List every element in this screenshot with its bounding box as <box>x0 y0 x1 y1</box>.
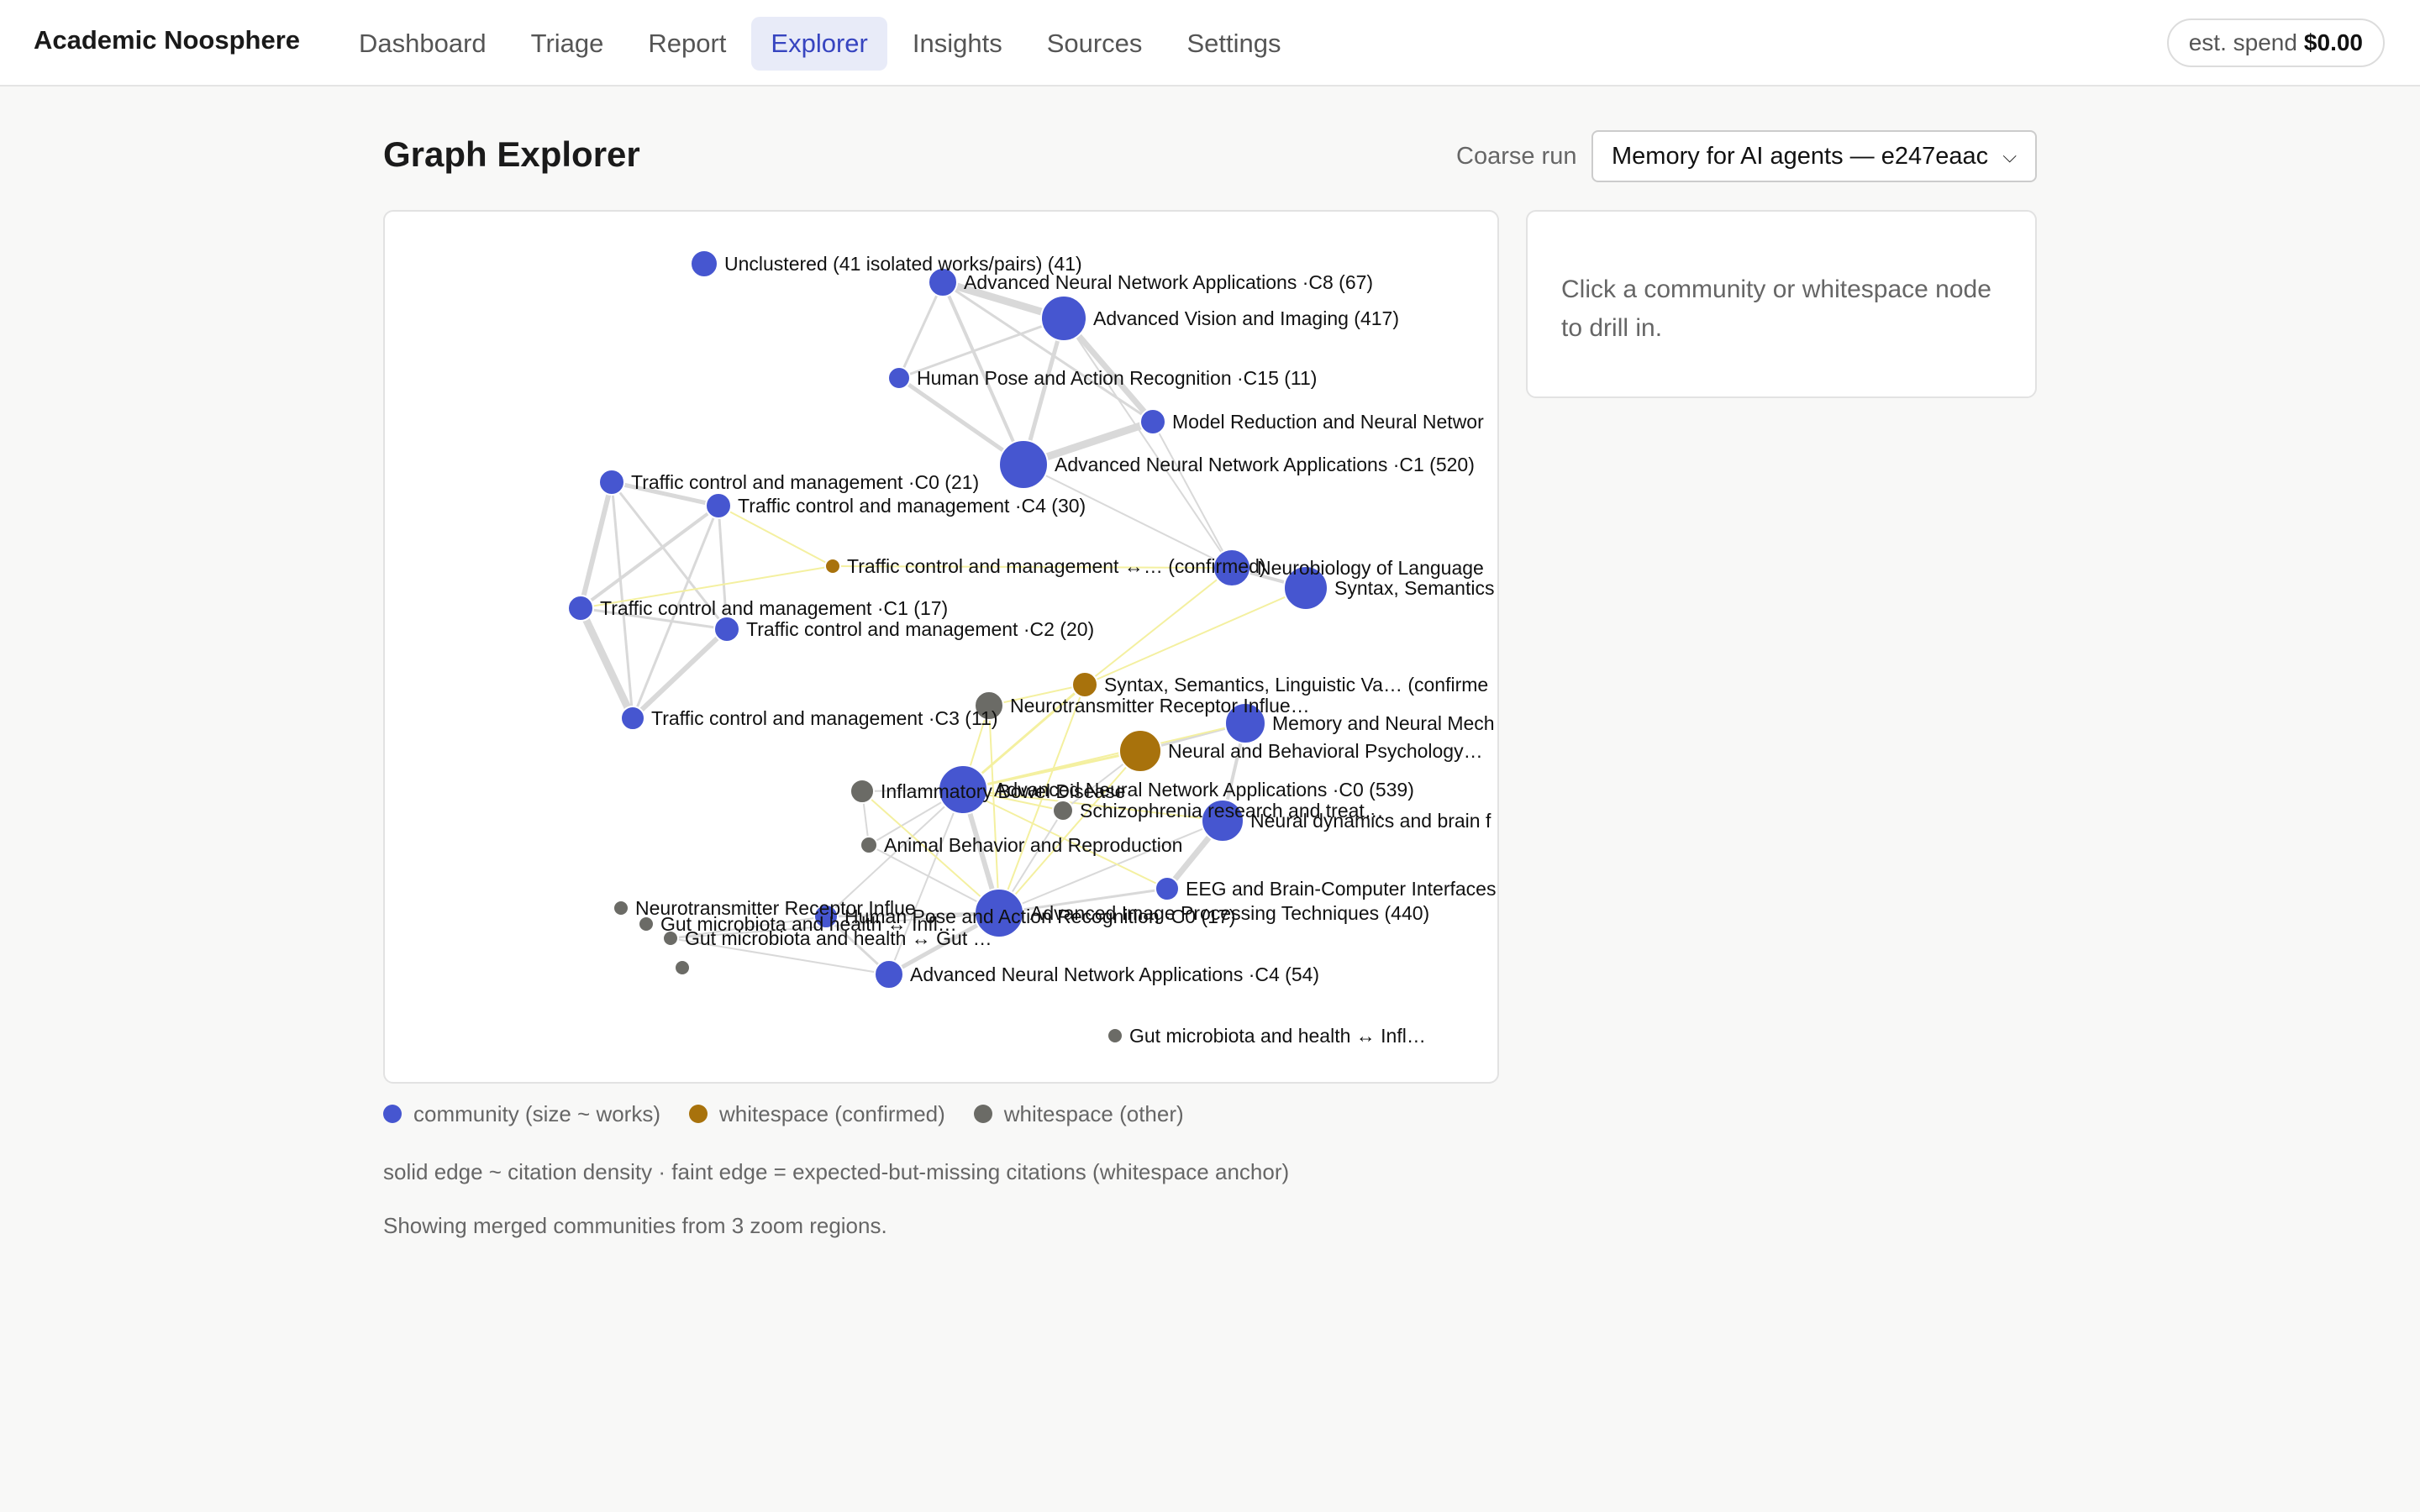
graph-node-label-aipt: Advanced Image Processing Techniques (44… <box>1030 902 1429 924</box>
drill-in-panel: Click a community or whitespace node to … <box>1526 210 2037 398</box>
graph-node-label-nol: Neurobiology of Language <box>1257 557 1484 579</box>
spend-label: est. spend <box>2188 29 2297 55</box>
graph-node-label-tcm-c0: Traffic control and management ·C0 (21) <box>631 471 979 493</box>
graph-node-label-mrnn: Model Reduction and Neural Networ <box>1172 411 1484 433</box>
spend-badge: est. spend $0.00 <box>2166 18 2385 67</box>
graph-edge <box>1084 567 1233 685</box>
graph-node-label-hpar-c15: Human Pose and Action Recognition ·C15 (… <box>917 367 1317 389</box>
graph-node-mrnn[interactable] <box>1139 408 1166 435</box>
graph-node-label-ws-gut2: Gut microbiota and health ↔ Gut … <box>685 927 992 949</box>
graph-node-ws-nbp[interactable] <box>1118 729 1162 773</box>
graph-node-tcm-c2[interactable] <box>713 616 740 643</box>
graph-node-ann-c1[interactable] <box>998 439 1049 490</box>
drill-in-hint: Click a community or whitespace node to … <box>1561 276 1991 342</box>
nav-report[interactable]: Report <box>629 17 745 71</box>
graph-node-ws-nri2[interactable] <box>613 900 629 916</box>
graph-node-tcm-c0[interactable] <box>598 469 625 496</box>
graph-node-label-tcm-c2: Traffic control and management ·C2 (20) <box>746 618 1094 640</box>
graph-node-label-ndbf: Neural dynamics and brain f <box>1250 810 1491 832</box>
top-nav-bar: Academic Noosphere Dashboard Triage Repo… <box>0 0 2420 87</box>
graph-node-label-tcm-c3: Traffic control and management ·C3 (11) <box>651 707 997 729</box>
graph-node-label-ann-c4: Advanced Neural Network Applications ·C4… <box>910 963 1319 985</box>
graph-node-label-avi: Advanced Vision and Imaging (417) <box>1093 307 1399 329</box>
graph-node-label-mnm: Memory and Neural Mech <box>1272 712 1495 734</box>
nav-insights[interactable]: Insights <box>893 17 1022 71</box>
merged-regions-note: Showing merged communities from 3 zoom r… <box>383 1213 887 1238</box>
graph-legend: community (size ~ works) whitespace (con… <box>383 1099 1213 1129</box>
nav-dashboard[interactable]: Dashboard <box>339 17 506 71</box>
graph-edge <box>630 627 729 721</box>
graph-canvas[interactable]: Unclustered (41 isolated works/pairs) (4… <box>383 210 1499 1084</box>
graph-node-avi[interactable] <box>1040 295 1087 342</box>
graph-node-ws-tcm[interactable] <box>824 558 841 575</box>
graph-node-label-ws-abr: Animal Behavior and Reproduction <box>884 834 1182 856</box>
brand-title[interactable]: Academic Noosphere <box>34 25 300 55</box>
graph-labels: Unclustered (41 isolated works/pairs) (4… <box>600 253 1496 1047</box>
chevron-down-icon: ⌵ <box>2002 145 2017 166</box>
graph-node-ws-ibd[interactable] <box>850 779 875 804</box>
graph-node-label-ann-c8: Advanced Neural Network Applications ·C8… <box>964 271 1373 293</box>
graph-node-label-ws-nri1: Neurotransmitter Receptor Influe… <box>1010 695 1310 717</box>
community-dot-icon <box>383 1105 402 1123</box>
edge-legend-note: solid edge ~ citation density · faint ed… <box>383 1159 1290 1184</box>
graph-edge <box>1084 587 1307 685</box>
nav-sources[interactable]: Sources <box>1028 17 1162 71</box>
graph-node-label-ws-gut3: Gut microbiota and health ↔ Infl… <box>1129 1025 1426 1047</box>
spend-value: $0.00 <box>2303 29 2363 55</box>
coarse-run-label: Coarse run <box>1456 143 1577 170</box>
legend-ws-other: whitespace (other) <box>973 1100 1184 1127</box>
graph-node-label-ws-ssl: Syntax, Semantics, Linguistic Va… (confi… <box>1104 674 1488 696</box>
graph-node-hpar-c15[interactable] <box>887 366 911 390</box>
main-nav: Dashboard Triage Report Explorer Insight… <box>339 17 1306 71</box>
graph-edge <box>1152 421 1233 569</box>
whitespace-other-dot-icon <box>973 1105 992 1123</box>
graph-node-label-tcm-c1: Traffic control and management ·C1 (17) <box>600 597 948 619</box>
graph-node-unc[interactable] <box>690 249 718 278</box>
graph-node-ws-gut3[interactable] <box>1107 1027 1123 1044</box>
legend-ws-confirmed: whitespace (confirmed) <box>689 1101 945 1127</box>
whitespace-confirmed-dot-icon <box>689 1105 708 1123</box>
legend-ws-other-label: whitespace (other) <box>1003 1100 1184 1126</box>
graph-node-ws-abr[interactable] <box>860 836 878 854</box>
graph-node-ws-ssl[interactable] <box>1071 671 1098 698</box>
graph-node-ws-unl[interactable] <box>674 959 691 976</box>
coarse-run-value: Memory for AI agents — e247eaac <box>1612 142 1989 170</box>
graph-node-label-eeg: EEG and Brain-Computer Interfaces <box>1186 878 1496 900</box>
nav-triage[interactable]: Triage <box>512 17 623 71</box>
nav-settings[interactable]: Settings <box>1167 17 1300 71</box>
graph-node-label-tcm-c4: Traffic control and management ·C4 (30) <box>738 495 1086 517</box>
legend-community-label: community (size ~ works) <box>413 1100 660 1126</box>
graph-node-tcm-c3[interactable] <box>620 706 645 731</box>
graph-node-eeg[interactable] <box>1155 876 1180 901</box>
page-title: Graph Explorer <box>383 134 640 174</box>
graph-node-tcm-c4[interactable] <box>705 492 732 519</box>
graph-svg[interactable]: Unclustered (41 isolated works/pairs) (4… <box>385 212 1499 1084</box>
coarse-run-select[interactable]: Memory for AI agents — e247eaac ⌵ <box>1591 130 2037 182</box>
graph-node-label-ann-c0: Advanced Neural Network Applications ·C0… <box>994 779 1414 801</box>
graph-node-label-ws-nbp: Neural and Behavioral Psychology… <box>1168 740 1483 762</box>
graph-node-label-ws-tcm: Traffic control and management ↔… (confi… <box>847 555 1266 577</box>
graph-node-ann-c4[interactable] <box>874 959 904 990</box>
graph-node-label-ssl: Syntax, Semantics <box>1334 577 1494 599</box>
legend-ws-confirmed-label: whitespace (confirmed) <box>719 1100 945 1126</box>
graph-node-label-ann-c1: Advanced Neural Network Applications ·C1… <box>1055 454 1475 475</box>
graph-node-ws-schz[interactable] <box>1052 800 1074 822</box>
graph-node-tcm-c1[interactable] <box>567 595 594 622</box>
nav-explorer[interactable]: Explorer <box>751 17 887 71</box>
legend-community: community (size ~ works) <box>383 1101 660 1127</box>
